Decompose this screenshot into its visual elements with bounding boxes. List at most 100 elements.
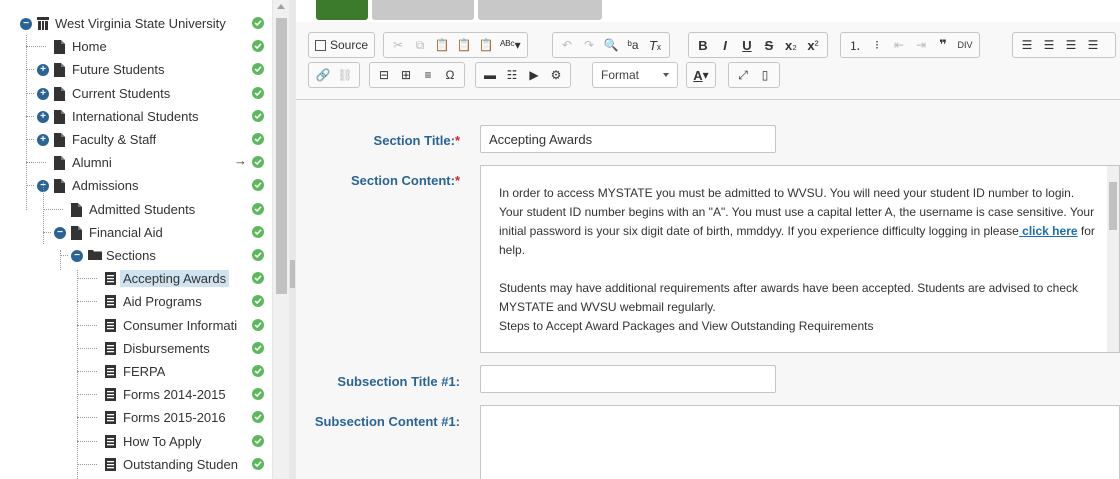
blockquote-icon[interactable]: ❞ [932, 34, 954, 56]
editor-toolbar: Source ✂ ⧉ 📋 📋 📋 ᴬᴮᶜ▾ ↶ ↷ 🔍 ᵇa Tₓ B I U … [296, 22, 1120, 100]
align-right-icon[interactable]: ☰ [1060, 34, 1082, 56]
tree-item[interactable]: + Faculty & Staff [37, 128, 156, 151]
tab-active[interactable] [316, 0, 368, 20]
section-content-text[interactable]: In order to access MYSTATE you must be a… [499, 184, 1099, 336]
tree-connector [77, 270, 78, 479]
section-content-editor[interactable]: In order to access MYSTATE you must be a… [480, 165, 1120, 353]
tree-item[interactable]: + Future Students [37, 58, 165, 81]
format-label: Format [601, 68, 640, 82]
status-ok-icon [252, 110, 264, 122]
cut-icon[interactable]: ✂ [387, 34, 409, 56]
content-scroll-thumb[interactable] [1109, 182, 1117, 230]
underline-icon[interactable]: U [736, 34, 758, 56]
collapse-icon[interactable]: − [71, 249, 83, 262]
scroll-up-arrow-icon[interactable] [277, 4, 285, 9]
subsection-content-editor[interactable] [480, 405, 1120, 479]
status-ok-icon [252, 411, 264, 423]
source-button[interactable]: Source [312, 34, 371, 56]
outdent-icon[interactable]: ⇤ [888, 34, 910, 56]
site-tree-panel: − West Virginia State University Home + Futu… [0, 0, 272, 479]
bold-icon[interactable]: B [692, 34, 714, 56]
collapse-icon[interactable]: − [54, 226, 66, 239]
spellcheck-icon[interactable]: ᴬᴮᶜ▾ [497, 34, 524, 56]
superscript-icon[interactable]: x² [802, 34, 824, 56]
align-justify-icon[interactable]: ☰ [1082, 34, 1104, 56]
section-content-label: Section Content:* [350, 173, 460, 188]
div-icon[interactable]: DIV [954, 34, 976, 56]
align-center-icon[interactable]: ☰ [1038, 34, 1060, 56]
redo-icon[interactable]: ↷ [578, 34, 600, 56]
numbered-list-icon[interactable]: ⒈ [844, 34, 866, 56]
tree-item[interactable]: Forms 2015-2016 [88, 406, 226, 429]
show-blocks-icon[interactable]: ▯ [754, 64, 776, 86]
status-ok-icon [252, 226, 264, 238]
special-char-icon[interactable]: Ω [439, 64, 461, 86]
indent-icon[interactable]: ⇥ [910, 34, 932, 56]
tree-scrollbar[interactable] [272, 0, 289, 479]
content-scrollbar[interactable] [1107, 166, 1119, 352]
tree-connector [26, 35, 27, 210]
section-title-input[interactable] [480, 125, 776, 153]
paste-word-icon[interactable]: 📋 [475, 34, 497, 56]
copy-icon[interactable]: ⧉ [409, 34, 431, 56]
tree-item[interactable]: − Financial Aid [54, 221, 163, 244]
tree-item[interactable]: − West Virginia State University [20, 12, 226, 35]
tree-item[interactable]: − Admissions [37, 174, 138, 197]
tree-item[interactable]: Disbursements [88, 337, 210, 360]
widget-icon[interactable]: ⚙ [545, 64, 567, 86]
tree-item[interactable]: Home [37, 35, 107, 58]
splitter-handle[interactable] [290, 260, 295, 288]
tree-item[interactable]: − Sections [71, 244, 156, 267]
tree-item[interactable]: Outstanding Studen [88, 453, 238, 476]
link-icon[interactable]: 🔗 [312, 64, 334, 86]
top-tab-strip [296, 0, 1120, 22]
panel-splitter[interactable] [289, 0, 296, 479]
expand-icon[interactable]: + [37, 63, 49, 76]
tab-second[interactable] [372, 0, 474, 20]
collapse-icon[interactable]: − [20, 17, 32, 30]
subsection-title-input[interactable] [480, 365, 776, 393]
tree-connector [77, 417, 97, 418]
insert-group: ⊟ ⊞ ≡ Ω [369, 62, 465, 88]
expand-icon[interactable]: + [37, 87, 49, 100]
remove-format-icon[interactable]: Tₓ [644, 34, 666, 56]
tree-item[interactable]: Aid Programs [88, 290, 202, 313]
tree-scroll-thumb[interactable] [276, 18, 287, 294]
tab-third[interactable] [478, 0, 602, 20]
tree-item[interactable]: Alumni [37, 151, 112, 174]
align-left-icon[interactable]: ☰ [1016, 34, 1038, 56]
table-icon[interactable]: ⊞ [395, 64, 417, 86]
tree-item[interactable]: + Current Students [37, 82, 170, 105]
tree-item-label: Sections [106, 248, 156, 263]
text-color-button[interactable]: A ▾ [690, 64, 712, 86]
expand-icon[interactable]: + [37, 133, 49, 146]
template-icon[interactable]: ☷ [501, 64, 523, 86]
status-ok-icon [252, 156, 264, 168]
format-dropdown[interactable]: Format [592, 62, 678, 88]
undo-icon[interactable]: ↶ [556, 34, 578, 56]
tree-item[interactable]: FERPA [88, 360, 165, 383]
tree-item[interactable]: Admitted Students [54, 198, 195, 221]
section-icon [105, 271, 116, 286]
tree-item[interactable]: Forms 2014-2015 [88, 383, 226, 406]
video-icon[interactable]: ▶ [523, 64, 545, 86]
tree-item[interactable]: How To Apply [88, 430, 202, 453]
subscript-icon[interactable]: x₂ [780, 34, 802, 56]
click-here-link[interactable]: click here [1019, 224, 1077, 238]
anchor-icon[interactable]: ⊟ [373, 64, 395, 86]
paste-icon[interactable]: 📋 [431, 34, 453, 56]
unlink-icon[interactable]: ⛓ [334, 64, 356, 86]
bullet-list-icon[interactable]: ⁝ [866, 34, 888, 56]
tree-item[interactable]: + International Students [37, 105, 198, 128]
maximize-icon[interactable]: ⤢ [732, 64, 754, 86]
horizontal-rule-icon[interactable]: ≡ [417, 64, 439, 86]
paste-text-icon[interactable]: 📋 [453, 34, 475, 56]
expand-icon[interactable]: + [37, 110, 49, 123]
tree-item[interactable]: Consumer Informati [88, 314, 237, 337]
image-icon[interactable]: ▬ [479, 64, 501, 86]
strike-icon[interactable]: S [758, 34, 780, 56]
tree-item[interactable]: Accepting Awards [88, 267, 230, 290]
replace-icon[interactable]: ᵇa [622, 34, 644, 56]
find-icon[interactable]: 🔍 [600, 34, 622, 56]
italic-icon[interactable]: I [714, 34, 736, 56]
